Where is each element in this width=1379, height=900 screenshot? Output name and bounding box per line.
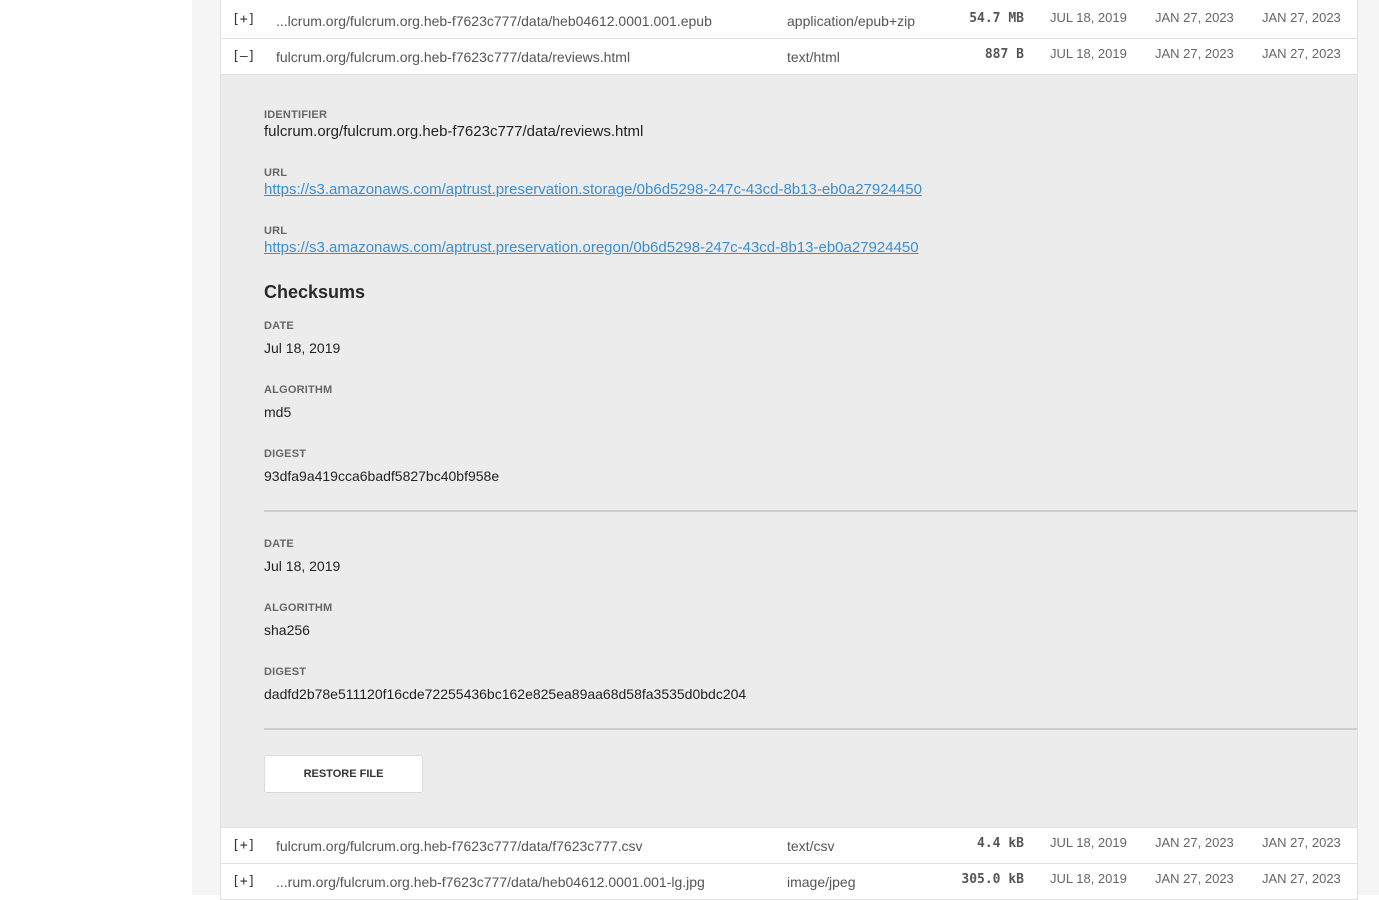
file-mime-type: image/jpeg <box>787 874 856 890</box>
file-created-date: JUL 18, 2019 <box>1050 871 1127 886</box>
file-created-date: JUL 18, 2019 <box>1050 835 1127 850</box>
file-updated-date: JAN 27, 2023 <box>1262 871 1341 886</box>
table-row-expanded: [–] fulcrum.org/fulcrum.org.heb-f7623c77… <box>221 39 1357 75</box>
restore-file-button[interactable]: RESTORE FILE <box>264 755 423 793</box>
checksum-algorithm: md5 <box>264 404 292 420</box>
expand-toggle[interactable]: [+] <box>232 874 255 889</box>
table-row: [+] ...lcrum.org/fulcrum.org.heb-f7623c7… <box>221 0 1357 39</box>
checksums-heading: Checksums <box>264 282 366 302</box>
checksum-divider <box>264 510 1357 512</box>
url-label: URL <box>264 225 288 237</box>
expand-toggle[interactable]: [+] <box>232 12 255 27</box>
file-size: 305.0 kB <box>961 872 1024 887</box>
identifier-value: fulcrum.org/fulcrum.org.heb-f7623c777/da… <box>264 123 644 140</box>
file-created-date: JUL 18, 2019 <box>1050 46 1127 61</box>
checksum-divider <box>264 728 1357 730</box>
table-row: [+] fulcrum.org/fulcrum.org.heb-f7623c77… <box>221 828 1357 864</box>
checksum-digest: 93dfa9a419cca6badf5827bc40bf958e <box>264 468 500 484</box>
checksum-algorithm: sha256 <box>264 622 310 638</box>
identifier-label: IDENTIFIER <box>264 109 328 121</box>
file-modified-date: JAN 27, 2023 <box>1155 871 1234 886</box>
file-identifier[interactable]: ...lcrum.org/fulcrum.org.heb-f7623c777/d… <box>276 13 712 29</box>
checksum-date: Jul 18, 2019 <box>264 340 341 356</box>
checksum-algorithm-label: ALGORITHM <box>264 602 333 614</box>
file-modified-date: JAN 27, 2023 <box>1155 835 1234 850</box>
file-mime-type: application/epub+zip <box>787 13 916 29</box>
checksum-algorithm-label: ALGORITHM <box>264 384 333 396</box>
checksum-digest-label: DIGEST <box>264 666 307 678</box>
file-identifier[interactable]: fulcrum.org/fulcrum.org.heb-f7623c777/da… <box>276 838 643 854</box>
file-size: 4.4 kB <box>977 836 1024 851</box>
file-detail-panel: IDENTIFIER fulcrum.org/fulcrum.org.heb-f… <box>221 75 1357 828</box>
storage-url-link[interactable]: https://s3.amazonaws.com/aptrust.preserv… <box>264 181 922 198</box>
file-modified-date: JAN 27, 2023 <box>1155 46 1234 61</box>
left-sidebar <box>0 0 192 895</box>
checksum-date: Jul 18, 2019 <box>264 558 341 574</box>
file-created-date: JUL 18, 2019 <box>1050 10 1127 25</box>
file-identifier[interactable]: ...rum.org/fulcrum.org.heb-f7623c777/dat… <box>276 874 705 890</box>
file-size: 54.7 MB <box>969 11 1024 26</box>
file-updated-date: JAN 27, 2023 <box>1262 835 1341 850</box>
url-label: URL <box>264 167 288 179</box>
file-modified-date: JAN 27, 2023 <box>1155 10 1234 25</box>
checksum-date-label: DATE <box>264 320 294 332</box>
checksum-digest-label: DIGEST <box>264 448 307 460</box>
collapse-toggle[interactable]: [–] <box>232 49 255 64</box>
expand-toggle[interactable]: [+] <box>232 838 255 853</box>
file-identifier[interactable]: fulcrum.org/fulcrum.org.heb-f7623c777/da… <box>276 49 630 65</box>
replication-url-link[interactable]: https://s3.amazonaws.com/aptrust.preserv… <box>264 239 919 256</box>
file-updated-date: JAN 27, 2023 <box>1262 10 1341 25</box>
checksum-date-label: DATE <box>264 538 294 550</box>
file-mime-type: text/html <box>787 49 840 65</box>
file-table: [+] ...lcrum.org/fulcrum.org.heb-f7623c7… <box>220 0 1358 900</box>
file-size: 887 B <box>984 47 1024 62</box>
file-updated-date: JAN 27, 2023 <box>1262 46 1341 61</box>
file-mime-type: text/csv <box>787 838 835 854</box>
checksum-digest: dadfd2b78e511120f16cde72255436bc162e825e… <box>264 686 747 702</box>
